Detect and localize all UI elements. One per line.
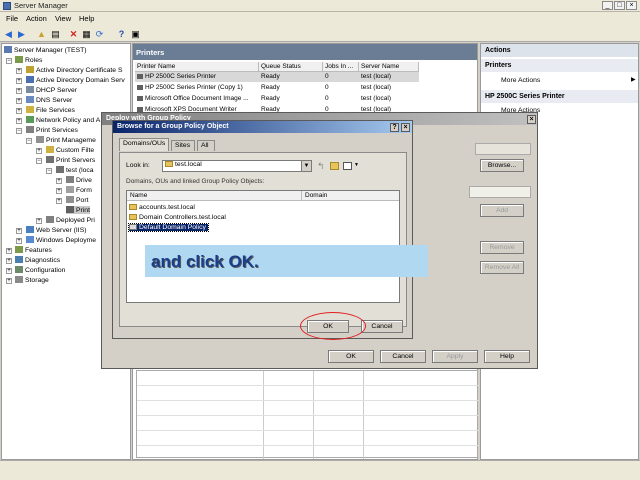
- view-icon[interactable]: ▣: [130, 28, 141, 39]
- chevron-right-icon: ▶: [631, 77, 636, 83]
- tree-item-web-server[interactable]: Web Server (IIS): [26, 226, 87, 234]
- properties-icon[interactable]: ▦: [81, 28, 92, 39]
- table-row[interactable]: Microsoft Office Document Image ... Read…: [135, 94, 419, 104]
- tree-item-server-manager[interactable]: Server Manager (TEST): [4, 46, 87, 54]
- actions-section-printers: Printers: [481, 59, 638, 72]
- tab-all[interactable]: All: [197, 140, 215, 151]
- view-menu-icon[interactable]: [343, 162, 352, 170]
- menu-view[interactable]: View: [55, 14, 71, 23]
- tree-item-custom-filters[interactable]: Custom Filte: [46, 146, 94, 154]
- col-queue-status[interactable]: Queue Status: [259, 62, 323, 72]
- browse-button[interactable]: Browse...: [480, 159, 524, 172]
- menu-action[interactable]: Action: [26, 14, 47, 23]
- deploy-help-button[interactable]: Help: [484, 350, 530, 363]
- server-manager-icon: [3, 2, 11, 10]
- chevron-down-icon[interactable]: ▼: [301, 161, 311, 171]
- window-title: Server Manager: [14, 1, 68, 10]
- look-in-dropdown[interactable]: test.local ▼: [162, 160, 312, 172]
- show-hide-tree-icon[interactable]: ▤: [50, 28, 61, 39]
- menu-help[interactable]: Help: [79, 14, 94, 23]
- actions-section-hp: HP 2500C Series Printer: [481, 90, 638, 103]
- tab-sites[interactable]: Sites: [171, 140, 195, 151]
- tree-item-storage[interactable]: Storage: [15, 276, 49, 284]
- up-folder-icon[interactable]: ▲: [36, 28, 47, 39]
- more-actions-printers[interactable]: More Actions: [501, 77, 540, 84]
- tree-item-print-services[interactable]: Print Services: [26, 126, 78, 134]
- browse-close-icon[interactable]: ×: [401, 123, 410, 132]
- title-bar: Server Manager _ □ ×: [0, 0, 640, 12]
- deploy-ok-button[interactable]: OK: [328, 350, 374, 363]
- list-caption: Domains, OUs and linked Group Policy Obj…: [126, 178, 265, 185]
- deploy-apply-button[interactable]: Apply: [432, 350, 478, 363]
- toolbar: ◀ ▶ ▲ ▤ ✕ ▦ ⟳ ? ▣: [0, 25, 640, 42]
- delete-icon[interactable]: ✕: [68, 28, 79, 39]
- status-bar: [0, 460, 640, 480]
- tree-item-file-services[interactable]: File Services: [26, 106, 75, 114]
- add-button[interactable]: Add: [480, 204, 524, 217]
- col-name[interactable]: Name: [127, 191, 302, 201]
- table-row[interactable]: HP 2500C Series Printer (Copy 1) Ready 0…: [135, 83, 419, 93]
- callout-emphasis: OK.: [228, 252, 259, 271]
- tree-item-windows-deployment[interactable]: Windows Deployme: [26, 236, 96, 244]
- browse-gpo-dialog: Browse for a Group Policy Object ? × Dom…: [112, 120, 413, 339]
- refresh-icon[interactable]: ⟳: [94, 28, 105, 39]
- browse-cancel-button[interactable]: Cancel: [361, 320, 403, 333]
- tree-item-ports[interactable]: Port: [66, 196, 88, 204]
- tree-item-print-servers[interactable]: Print Servers: [46, 156, 95, 164]
- actions-header: Actions: [481, 44, 638, 57]
- tree-item-network-policy[interactable]: Network Policy and A: [26, 116, 100, 124]
- col-jobs-in[interactable]: Jobs In ...: [323, 62, 359, 72]
- tree-item-features[interactable]: Features: [15, 246, 52, 254]
- table-row[interactable]: HP 2500C Series Printer Ready 0 test (lo…: [135, 72, 419, 82]
- maximize-icon[interactable]: □: [614, 1, 625, 10]
- printers-header: Printers: [133, 44, 477, 60]
- callout-text: and click OK.: [151, 252, 259, 271]
- list-item-accounts[interactable]: accounts.test.local: [129, 204, 195, 211]
- tutorial-callout: and click OK.: [145, 245, 428, 277]
- deploy-close-icon[interactable]: ×: [527, 115, 536, 124]
- view-dropdown-icon[interactable]: ▼: [354, 162, 359, 168]
- tree-item-printers[interactable]: Print: [66, 206, 90, 214]
- close-icon[interactable]: ×: [626, 1, 637, 10]
- highlight-ring: [300, 312, 366, 340]
- menu-bar: File Action View Help: [0, 12, 640, 25]
- tree-item-forms[interactable]: Form: [66, 186, 92, 194]
- tree-item-print-management[interactable]: Print Manageme: [36, 136, 96, 144]
- browse-dialog-title: Browse for a Group Policy Object: [113, 121, 412, 133]
- new-gpo-icon[interactable]: [330, 162, 339, 170]
- tree-item-roles[interactable]: Roles: [15, 56, 42, 64]
- look-in-label: Look in:: [126, 162, 150, 169]
- list-item-domain-controllers[interactable]: Domain Controllers.test.local: [129, 214, 226, 221]
- tree-item-deployed-printers[interactable]: Deployed Pri: [46, 216, 95, 224]
- tree-item-dns[interactable]: DNS Server: [26, 96, 72, 104]
- deploy-grid: [136, 370, 479, 459]
- deploy-cancel-button[interactable]: Cancel: [380, 350, 426, 363]
- col-server-name[interactable]: Server Name: [359, 62, 419, 72]
- tree-item-ad-cert[interactable]: Active Directory Certificate S: [26, 66, 123, 74]
- tree-item-drivers[interactable]: Drive: [66, 176, 92, 184]
- remove-button[interactable]: Remove: [480, 241, 524, 254]
- tab-domains-ous[interactable]: Domains/OUs: [119, 138, 169, 151]
- tree-item-configuration[interactable]: Configuration: [15, 266, 65, 274]
- tree-item-ad-domain[interactable]: Active Directory Domain Serv: [26, 76, 125, 84]
- menu-file[interactable]: File: [6, 14, 18, 23]
- remove-all-button[interactable]: Remove All: [480, 261, 524, 274]
- tree-item-dhcp[interactable]: DHCP Server: [26, 86, 77, 94]
- col-printer-name[interactable]: Printer Name: [135, 62, 259, 72]
- tab-panel: Look in: test.local ▼ ↰ ▼ Domains, OUs a…: [119, 152, 407, 327]
- list-item-default-domain-policy[interactable]: Default Domain Policy: [128, 223, 209, 232]
- tree-item-test-local[interactable]: test (loca: [56, 166, 94, 174]
- tree-item-diagnostics[interactable]: Diagnostics: [15, 256, 60, 264]
- forward-icon[interactable]: ▶: [16, 28, 27, 39]
- col-domain[interactable]: Domain: [302, 191, 399, 201]
- back-icon[interactable]: ◀: [3, 28, 14, 39]
- help-question-icon[interactable]: ?: [390, 123, 399, 132]
- up-one-level-icon[interactable]: ↰: [317, 161, 325, 172]
- help-icon[interactable]: ?: [116, 28, 127, 39]
- minimize-icon[interactable]: _: [602, 1, 613, 10]
